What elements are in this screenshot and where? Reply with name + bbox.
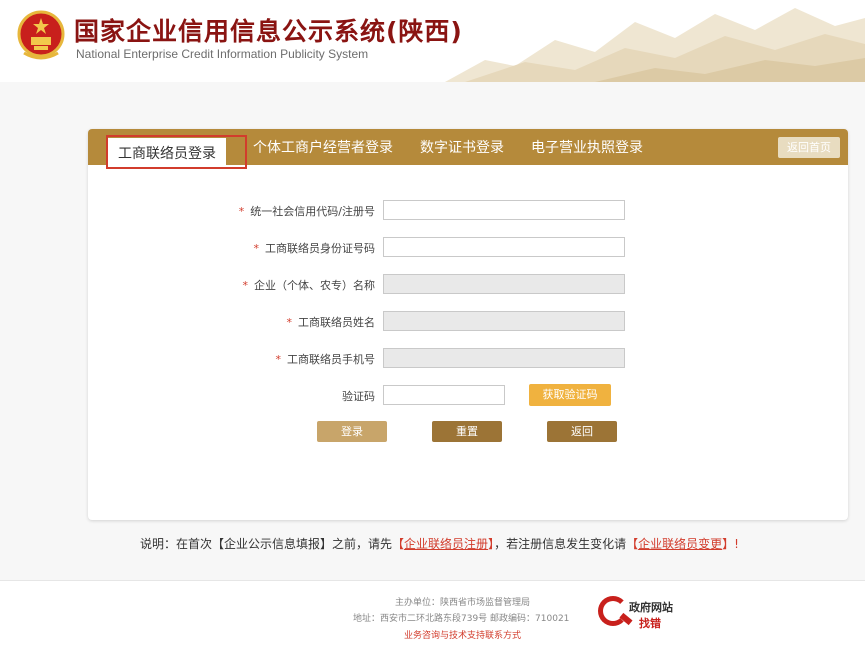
site-footer: 主办单位：陕西省市场监督管理局 地址：西安市二环北路东段739号 邮政编码：71… bbox=[0, 580, 865, 647]
credit-code-label: * 统一社会信用代码/注册号 bbox=[238, 205, 375, 218]
company-name-input bbox=[383, 274, 625, 294]
return-home-button[interactable]: 返回首页 bbox=[778, 137, 840, 158]
required-star: * bbox=[242, 279, 249, 292]
footer-support-link[interactable]: 业务咨询与技术支持联系方式 bbox=[404, 628, 521, 641]
required-star: * bbox=[275, 353, 282, 366]
phone-label: * 工商联络员手机号 bbox=[275, 353, 376, 366]
footer-organizer: 主办单位：陕西省市场监督管理局 bbox=[395, 598, 531, 608]
get-verification-code-button[interactable]: 获取验证码 bbox=[529, 384, 611, 406]
liaison-name-input bbox=[383, 311, 625, 331]
credit-code-input[interactable] bbox=[383, 200, 625, 220]
form-row-credit-code: * 统一社会信用代码/注册号 bbox=[88, 200, 848, 222]
gov-website-error-report-badge[interactable]: 政府网站 找错 bbox=[598, 594, 688, 634]
badge-title: 政府网站 bbox=[629, 601, 673, 614]
site-title: 国家企业信用信息公示系统(陕西) bbox=[74, 17, 463, 46]
id-number-input[interactable] bbox=[383, 237, 625, 257]
captcha-label: 验证码 bbox=[342, 390, 375, 403]
registration-notice: 说明：在首次【企业公示信息填报】之前，请先【企业联络员注册】，若注册信息发生变化… bbox=[140, 537, 739, 551]
form-row-liaison-name: * 工商联络员姓名 bbox=[88, 311, 848, 333]
form-row-company-name: * 企业（个体、农专）名称 bbox=[88, 274, 848, 296]
national-emblem-icon bbox=[17, 10, 65, 60]
active-tab-highlight bbox=[106, 135, 247, 169]
tab-digital-certificate-login[interactable]: 数字证书登录 bbox=[420, 137, 504, 157]
mountain-background-image bbox=[445, 8, 865, 82]
form-row-phone: * 工商联络员手机号 bbox=[88, 348, 848, 370]
required-star: * bbox=[238, 205, 245, 218]
reset-button[interactable]: 重置 bbox=[432, 421, 502, 442]
badge-subtitle: 找错 bbox=[639, 617, 661, 630]
liaison-change-link[interactable]: 企业联络员变更 bbox=[638, 537, 722, 551]
required-star: * bbox=[253, 242, 260, 255]
id-number-label: * 工商联络员身份证号码 bbox=[253, 242, 376, 255]
site-header: 国家企业信用信息公示系统(陕西) National Enterprise Cre… bbox=[0, 0, 865, 82]
site-subtitle: National Enterprise Credit Information P… bbox=[76, 47, 369, 61]
tab-individual-business-login[interactable]: 个体工商户经营者登录 bbox=[253, 137, 393, 157]
phone-input bbox=[383, 348, 625, 368]
form-row-captcha: 验证码 bbox=[88, 385, 848, 407]
tab-electronic-license-login[interactable]: 电子营业执照登录 bbox=[531, 137, 643, 157]
liaison-register-link[interactable]: 企业联络员注册 bbox=[404, 537, 488, 551]
back-button[interactable]: 返回 bbox=[547, 421, 617, 442]
footer-address: 地址：西安市二环北路东段739号 邮政编码：710021 bbox=[353, 614, 570, 624]
required-star: * bbox=[286, 316, 293, 329]
login-button[interactable]: 登录 bbox=[317, 421, 387, 442]
company-name-label: * 企业（个体、农专）名称 bbox=[242, 279, 376, 292]
form-row-id-number: * 工商联络员身份证号码 bbox=[88, 237, 848, 259]
liaison-name-label: * 工商联络员姓名 bbox=[286, 316, 376, 329]
captcha-input[interactable] bbox=[383, 385, 505, 405]
